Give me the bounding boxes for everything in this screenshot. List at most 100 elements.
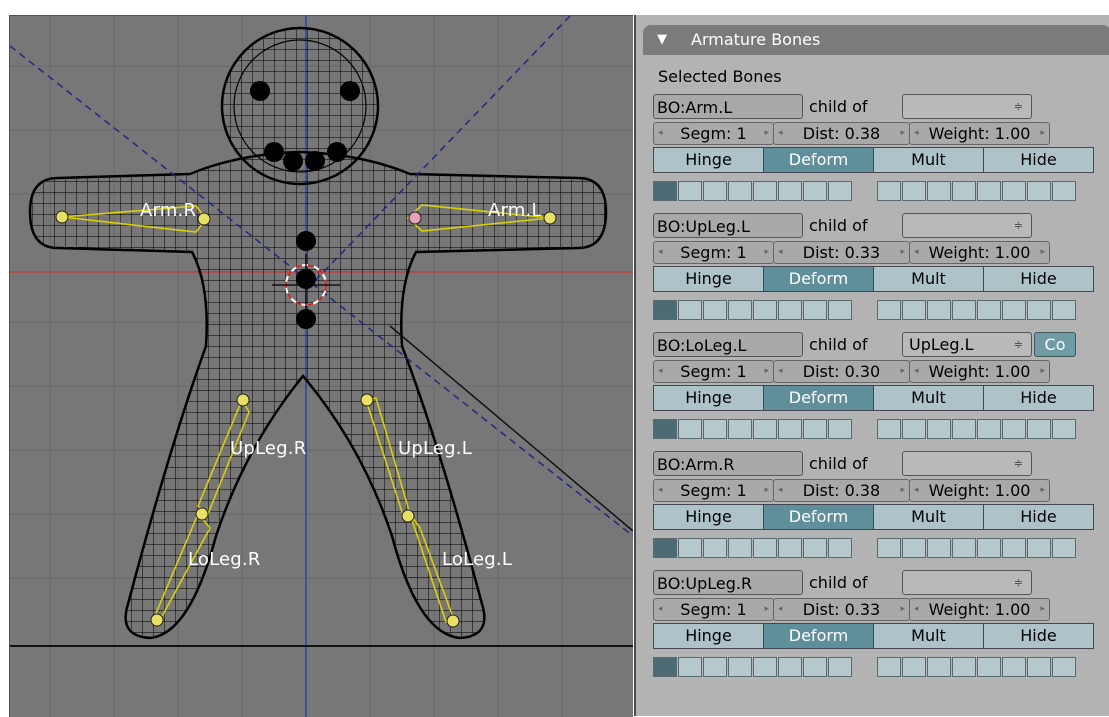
layer-button[interactable] <box>703 657 727 677</box>
layer-button[interactable] <box>703 538 727 558</box>
layer-button[interactable] <box>653 181 677 201</box>
layer-button[interactable] <box>728 657 752 677</box>
layer-button[interactable] <box>703 419 727 439</box>
layer-button[interactable] <box>902 538 926 558</box>
layer-button[interactable] <box>1052 657 1076 677</box>
hide-toggle[interactable]: Hide <box>983 504 1094 530</box>
layer-button[interactable] <box>1002 419 1026 439</box>
layer-button[interactable] <box>902 300 926 320</box>
weight-field[interactable]: ◂ Weight: 1.00 ▸ <box>909 479 1050 502</box>
right-arrow-icon[interactable]: ▸ <box>900 242 905 263</box>
layer-button[interactable] <box>927 419 951 439</box>
right-arrow-icon[interactable]: ▸ <box>764 361 769 382</box>
layer-button[interactable] <box>678 538 702 558</box>
weight-field[interactable]: ◂ Weight: 1.00 ▸ <box>909 241 1050 264</box>
right-arrow-icon[interactable]: ▸ <box>1040 480 1045 501</box>
layer-button[interactable] <box>1027 657 1051 677</box>
layer-button[interactable] <box>1027 419 1051 439</box>
layer-button[interactable] <box>753 181 777 201</box>
layer-button[interactable] <box>952 538 976 558</box>
layer-button[interactable] <box>977 419 1001 439</box>
right-arrow-icon[interactable]: ▸ <box>1040 361 1045 382</box>
panel-header[interactable]: ▼ Armature Bones <box>643 25 1109 55</box>
right-arrow-icon[interactable]: ▸ <box>764 242 769 263</box>
hinge-toggle[interactable]: Hinge <box>653 385 764 411</box>
connected-button[interactable]: Co <box>1034 332 1076 357</box>
layer-button[interactable] <box>1052 300 1076 320</box>
left-arrow-icon[interactable]: ◂ <box>914 242 919 263</box>
deform-toggle[interactable]: Deform <box>763 147 874 173</box>
segm-field[interactable]: ◂ Segm: 1 ▸ <box>653 479 774 502</box>
layer-button[interactable] <box>803 538 827 558</box>
layer-button[interactable] <box>803 419 827 439</box>
parent-select[interactable]: ≑ <box>902 570 1032 595</box>
layer-button[interactable] <box>753 538 777 558</box>
mult-toggle[interactable]: Mult <box>873 266 984 292</box>
layer-button[interactable] <box>952 181 976 201</box>
layer-button[interactable] <box>828 657 852 677</box>
mult-toggle[interactable]: Mult <box>873 623 984 649</box>
right-arrow-icon[interactable]: ▸ <box>1040 599 1045 620</box>
layer-button[interactable] <box>653 419 677 439</box>
mult-toggle[interactable]: Mult <box>873 385 984 411</box>
left-arrow-icon[interactable]: ◂ <box>658 123 663 144</box>
left-arrow-icon[interactable]: ◂ <box>778 599 783 620</box>
weight-field[interactable]: ◂ Weight: 1.00 ▸ <box>909 122 1050 145</box>
hide-toggle[interactable]: Hide <box>983 623 1094 649</box>
weight-field[interactable]: ◂ Weight: 1.00 ▸ <box>909 360 1050 383</box>
segm-field[interactable]: ◂ Segm: 1 ▸ <box>653 241 774 264</box>
layer-button[interactable] <box>728 181 752 201</box>
parent-select[interactable]: ≑ <box>902 451 1032 476</box>
layer-button[interactable] <box>803 300 827 320</box>
segm-field[interactable]: ◂ Segm: 1 ▸ <box>653 360 774 383</box>
right-arrow-icon[interactable]: ▸ <box>900 123 905 144</box>
bone-name-field[interactable]: BO:UpLeg.R <box>653 570 803 595</box>
left-arrow-icon[interactable]: ◂ <box>658 480 663 501</box>
layer-button[interactable] <box>927 657 951 677</box>
mult-toggle[interactable]: Mult <box>873 504 984 530</box>
layer-button[interactable] <box>1027 538 1051 558</box>
bone-name-field[interactable]: BO:LoLeg.L <box>653 332 803 357</box>
layer-button[interactable] <box>728 300 752 320</box>
layer-button[interactable] <box>927 181 951 201</box>
left-arrow-icon[interactable]: ◂ <box>778 361 783 382</box>
layer-button[interactable] <box>828 300 852 320</box>
layer-button[interactable] <box>1052 419 1076 439</box>
left-arrow-icon[interactable]: ◂ <box>778 123 783 144</box>
mult-toggle[interactable]: Mult <box>873 147 984 173</box>
right-arrow-icon[interactable]: ▸ <box>764 123 769 144</box>
left-arrow-icon[interactable]: ◂ <box>914 480 919 501</box>
bone-name-field[interactable]: BO:Arm.R <box>653 451 803 476</box>
layer-button[interactable] <box>1027 300 1051 320</box>
segm-field[interactable]: ◂ Segm: 1 ▸ <box>653 122 774 145</box>
layer-button[interactable] <box>828 419 852 439</box>
layer-button[interactable] <box>1052 181 1076 201</box>
dist-field[interactable]: ◂ Dist: 0.33 ▸ <box>773 241 910 264</box>
left-arrow-icon[interactable]: ◂ <box>778 242 783 263</box>
layer-button[interactable] <box>778 300 802 320</box>
layer-button[interactable] <box>753 657 777 677</box>
layer-button[interactable] <box>803 181 827 201</box>
deform-toggle[interactable]: Deform <box>763 504 874 530</box>
right-arrow-icon[interactable]: ▸ <box>1040 123 1045 144</box>
left-arrow-icon[interactable]: ◂ <box>778 480 783 501</box>
viewport-canvas[interactable] <box>10 16 633 717</box>
layer-button[interactable] <box>877 300 901 320</box>
layer-button[interactable] <box>753 419 777 439</box>
layer-button[interactable] <box>778 181 802 201</box>
layer-button[interactable] <box>952 657 976 677</box>
layer-button[interactable] <box>902 419 926 439</box>
hide-toggle[interactable]: Hide <box>983 266 1094 292</box>
layer-button[interactable] <box>703 181 727 201</box>
layer-button[interactable] <box>902 657 926 677</box>
layer-button[interactable] <box>1052 538 1076 558</box>
hide-toggle[interactable]: Hide <box>983 147 1094 173</box>
right-arrow-icon[interactable]: ▸ <box>900 599 905 620</box>
layer-button[interactable] <box>977 300 1001 320</box>
layer-button[interactable] <box>877 657 901 677</box>
layer-button[interactable] <box>927 538 951 558</box>
layer-button[interactable] <box>977 657 1001 677</box>
layer-button[interactable] <box>927 300 951 320</box>
layer-button[interactable] <box>753 300 777 320</box>
parent-select[interactable]: ≑ <box>902 94 1032 119</box>
